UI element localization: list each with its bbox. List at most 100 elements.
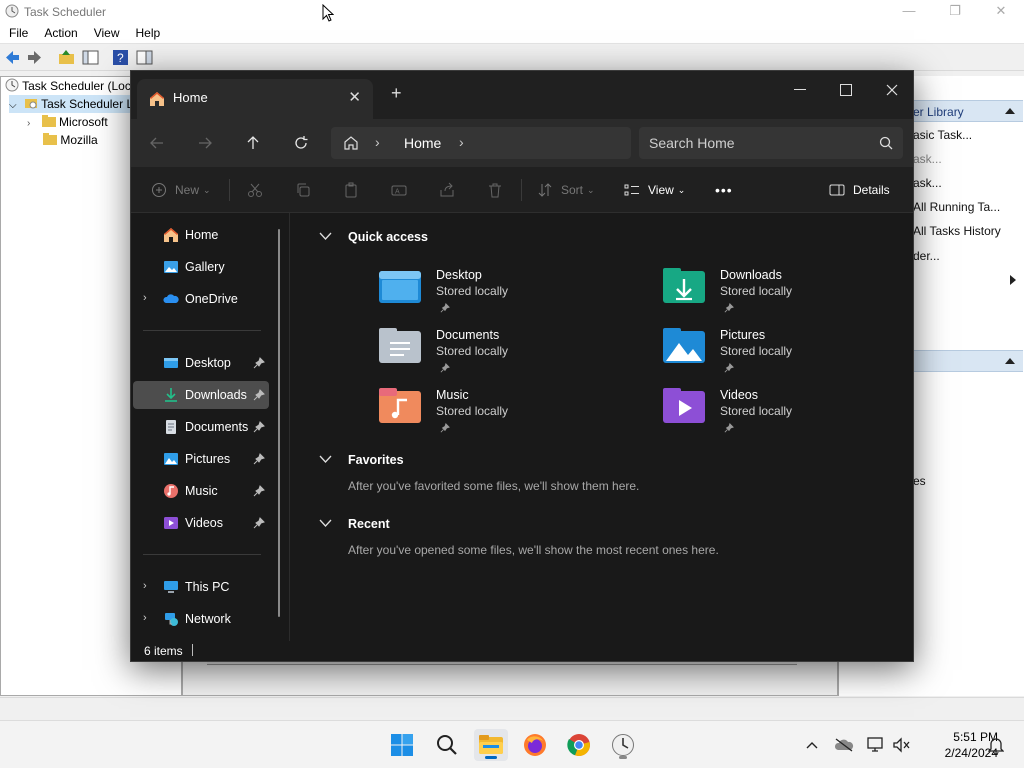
sidebar-item-onedrive[interactable]: › OneDrive (133, 285, 269, 313)
copy-icon (297, 183, 310, 197)
minimize-button[interactable]: — (886, 0, 932, 24)
chevron-down-icon[interactable] (319, 455, 332, 464)
section-recent[interactable]: Recent (348, 517, 390, 531)
breadcrumb-home[interactable]: Home (404, 135, 441, 151)
action-display-running[interactable]: All Running Ta... (913, 200, 1000, 214)
forward-arrow-icon[interactable] (26, 49, 43, 66)
firefox-taskbar-button[interactable] (518, 729, 552, 761)
help-icon[interactable]: ? (112, 49, 129, 66)
share-icon (440, 182, 454, 197)
desktop-folder-icon (164, 358, 178, 368)
task-scheduler-taskbar-button[interactable] (606, 729, 640, 761)
explorer-close-button[interactable] (869, 75, 915, 105)
section-quick-access[interactable]: Quick access (348, 230, 428, 244)
tab-title: Home (173, 90, 208, 105)
copy-button[interactable] (295, 167, 311, 213)
search-box[interactable] (639, 127, 903, 159)
sidebar-item-gallery[interactable]: Gallery (133, 253, 269, 281)
sidebar-scrollbar[interactable] (278, 229, 280, 617)
chevron-down-icon[interactable] (319, 232, 332, 241)
address-bar[interactable]: › Home › (331, 127, 631, 159)
search-input[interactable] (649, 132, 869, 154)
new-button[interactable]: New ⌄ (151, 167, 211, 213)
search-button[interactable] (430, 729, 464, 761)
paste-button[interactable] (343, 167, 359, 213)
sidebar-item-videos[interactable]: Videos (133, 509, 269, 537)
menu-view[interactable]: View (85, 24, 127, 40)
menu-action[interactable]: Action (35, 24, 84, 40)
quick-access-desktop[interactable]: Desktop Stored locally (378, 267, 618, 323)
notifications-button[interactable] (986, 735, 1006, 755)
cut-button[interactable] (247, 167, 263, 213)
pin-icon (253, 421, 265, 433)
file-explorer-taskbar-button[interactable] (474, 729, 508, 761)
view-button[interactable]: View ⌄ (624, 167, 685, 213)
forward-button[interactable] (193, 131, 217, 155)
quick-access-downloads[interactable]: Downloads Stored locally (662, 267, 902, 323)
share-button[interactable] (439, 167, 455, 213)
back-button[interactable] (145, 131, 169, 155)
close-button[interactable]: ✕ (978, 0, 1024, 24)
tree-folder-microsoft[interactable]: › Microsoft (27, 113, 108, 131)
action-tasks-history[interactable]: All Tasks History (913, 224, 1001, 238)
quick-access-music[interactable]: Music Stored locally (378, 387, 618, 443)
tree-root[interactable]: Task Scheduler (Loc (5, 77, 131, 95)
up-folder-icon[interactable] (58, 49, 75, 66)
status-bar (0, 697, 1024, 720)
quick-access-pictures[interactable]: Pictures Stored locally (662, 327, 902, 383)
action-new-folder[interactable]: der... (913, 249, 940, 263)
delete-button[interactable] (487, 167, 503, 213)
network-tray-icon[interactable] (866, 735, 886, 755)
quick-access-documents[interactable]: Documents Stored locally (378, 327, 618, 383)
rename-button[interactable]: A (391, 167, 407, 213)
sidebar-item-network[interactable]: › Network (133, 605, 269, 633)
sort-button[interactable]: Sort ⌄ (537, 167, 595, 213)
action-create-basic-task[interactable]: asic Task... (913, 128, 972, 142)
chevron-right-icon[interactable]: › (143, 292, 147, 304)
section-favorites[interactable]: Favorites (348, 453, 404, 467)
tree-library[interactable]: ⌵ Task Scheduler L (9, 95, 138, 113)
sidebar-item-this-pc[interactable]: › This PC (133, 573, 269, 601)
home-content: Quick access Desktop Stored locally Down… (290, 213, 913, 641)
action-import-task[interactable]: ask... (913, 176, 942, 190)
action-properties[interactable]: es (913, 474, 926, 488)
onedrive-tray-icon[interactable] (834, 735, 854, 755)
chevron-right-icon[interactable]: › (143, 580, 147, 592)
explorer-maximize-button[interactable] (823, 75, 869, 105)
sidebar-item-music[interactable]: Music (133, 477, 269, 505)
details-button[interactable]: Details (829, 167, 890, 213)
volume-tray-icon[interactable] (892, 735, 912, 755)
menu-file[interactable]: File (0, 24, 35, 40)
chevron-down-icon: ⌄ (587, 184, 595, 195)
new-tab-button[interactable]: + (391, 83, 402, 104)
chrome-taskbar-button[interactable] (562, 729, 596, 761)
back-arrow-icon[interactable] (4, 49, 21, 66)
sidebar-item-documents[interactable]: Documents (133, 413, 269, 441)
show-hidden-icons-button[interactable] (802, 735, 822, 755)
chevron-down-icon[interactable] (319, 519, 332, 528)
sidebar-item-home[interactable]: Home (133, 221, 269, 249)
documents-folder-icon (166, 420, 176, 434)
see-more-button[interactable]: ••• (715, 167, 733, 213)
menu-help[interactable]: Help (127, 24, 168, 40)
sidebar-item-downloads[interactable]: Downloads (133, 381, 269, 409)
tab-home[interactable]: Home ✕ (137, 79, 373, 119)
up-button[interactable] (241, 131, 265, 155)
explorer-minimize-button[interactable] (777, 75, 823, 105)
breadcrumb-chevron-icon[interactable]: › (459, 134, 464, 150)
sidebar-item-desktop[interactable]: Desktop (133, 349, 269, 377)
maximize-button[interactable]: ❐ (932, 0, 978, 24)
refresh-button[interactable] (289, 131, 313, 155)
tree-folder-mozilla[interactable]: Mozilla (43, 131, 98, 149)
chrome-icon (567, 734, 590, 757)
show-action-pane-icon[interactable] (136, 49, 153, 66)
quick-access-videos[interactable]: Videos Stored locally (662, 387, 902, 443)
sidebar-item-pictures[interactable]: Pictures (133, 445, 269, 473)
show-hide-tree-icon[interactable] (82, 49, 99, 66)
svg-text:A: A (395, 189, 400, 196)
action-create-task[interactable]: ask... (913, 152, 942, 166)
start-button[interactable] (385, 729, 419, 761)
chevron-right-icon[interactable]: › (143, 612, 147, 624)
close-tab-icon[interactable]: ✕ (348, 88, 361, 106)
forward-arrow-icon (199, 137, 212, 149)
